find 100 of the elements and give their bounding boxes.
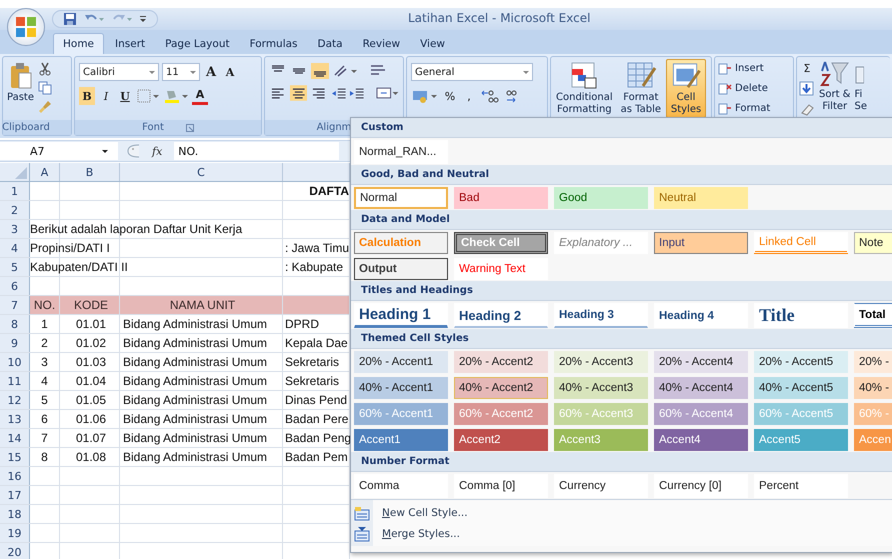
ribbon-tab[interactable]: Home [53,33,104,54]
gallery-command[interactable]: Merge Styles... [351,524,892,543]
cell-style-option[interactable]: Heading 2 [454,303,548,328]
column-header[interactable]: A [40,166,48,178]
cell-style-option[interactable]: Bad [454,187,548,209]
row-header[interactable]: 7 [0,296,30,314]
row-header[interactable]: 5 [0,258,30,276]
cell-style-option[interactable]: Accent4 [654,429,748,451]
row-header[interactable]: 1 [0,182,30,200]
row-header[interactable]: 3 [0,220,30,238]
cell-style-option[interactable]: Title [754,303,848,328]
cell-style-option[interactable]: Heading 1 [354,303,448,328]
cell-style-option[interactable]: 20% - Accent3 [554,351,648,373]
font-name-dropdown[interactable]: Calibri [79,63,159,81]
borders-icon[interactable] [136,88,160,104]
cell-style-option[interactable]: 40% - [854,377,892,399]
cell-style-option[interactable]: Heading 4 [654,303,748,328]
underline-button[interactable]: U [117,87,133,105]
insert-function-button[interactable]: fx [146,144,168,158]
styles-button[interactable]: Format as Table [618,59,664,118]
fill-color-icon[interactable] [163,88,189,104]
cell-style-option[interactable]: 40% - Accent5 [754,377,848,399]
cell-style-option[interactable]: Warning Text [454,258,548,280]
row-header[interactable]: 10 [0,353,30,371]
fill-down-icon[interactable] [799,81,815,97]
customize-caret-icon[interactable] [139,14,147,24]
copy-icon[interactable] [38,81,52,95]
ribbon-tab[interactable]: Page Layout [156,33,239,54]
ribbon-tab[interactable]: Review [354,33,410,54]
name-box[interactable]: A7 [0,142,118,160]
row-header[interactable]: 14 [0,429,30,447]
styles-button[interactable]: Cell Styles [666,59,706,118]
number-format-dropdown[interactable]: General [411,63,533,81]
cell-style-option[interactable]: Heading 3 [554,303,648,328]
cut-icon[interactable] [38,62,52,76]
column-header[interactable]: C [197,166,205,178]
row-header[interactable]: 17 [0,486,30,504]
cell-style-option[interactable]: Good [554,187,648,209]
shrink-font-button[interactable]: A [222,63,238,81]
cell-style-option[interactable]: 40% - Accent2 [454,377,548,399]
cell-style-option[interactable]: Comma [354,474,448,498]
cell-style-option[interactable]: Total [854,303,892,328]
align-center-icon[interactable] [290,85,308,101]
cell-style-option[interactable]: Note [854,232,892,254]
cells-button[interactable]: Delete [718,80,790,97]
styles-button[interactable]: Conditional Formatting [553,59,616,118]
cell-style-option[interactable]: 40% - Accent4 [654,377,748,399]
row-header[interactable]: 11 [0,372,30,390]
ribbon-tab[interactable]: View [411,33,454,54]
cell-style-option[interactable]: 20% - Accent5 [754,351,848,373]
row-header[interactable]: 18 [0,505,30,523]
row-header[interactable]: 13 [0,410,30,428]
cell-style-option[interactable]: Neutral [654,187,748,209]
cell-style-option[interactable]: 20% - Accent2 [454,351,548,373]
cell-style-option[interactable]: 40% - Accent1 [354,377,448,399]
align-bottom-icon[interactable] [311,63,329,79]
cell-style-option[interactable]: Percent [754,474,848,498]
cell-style-option[interactable]: 20% - Accent1 [354,351,448,373]
row-header[interactable]: 19 [0,524,30,542]
office-button[interactable] [7,8,45,46]
cell-style-option[interactable]: Explanatory ... [554,232,648,254]
ribbon-tab[interactable]: Formulas [240,33,307,54]
ribbon-tab[interactable]: Insert [106,33,154,54]
column-header[interactable]: B [86,166,94,178]
save-icon[interactable] [63,12,77,26]
cell-style-option[interactable]: 20% - Accent4 [654,351,748,373]
cell-style-option[interactable]: Accent1 [354,429,448,451]
italic-button[interactable]: I [98,87,114,105]
comma-button[interactable]: , [461,87,477,105]
row-header[interactable]: 4 [0,239,30,257]
row-header[interactable]: 6 [0,277,30,295]
merge-cells-icon[interactable] [376,85,400,101]
sort-filter-button[interactable]: Sort & Filter [817,59,852,118]
row-header[interactable]: 9 [0,334,30,352]
font-color-button[interactable]: A [192,88,208,104]
cell-style-option[interactable]: Normal [354,187,448,209]
find-select-button[interactable]: Fi Se [854,59,867,118]
cell-style-option[interactable]: Currency [554,474,648,498]
cell-style-option[interactable]: Accent2 [454,429,548,451]
formula-input[interactable]: NO. [174,142,340,160]
cell-style-option[interactable]: Normal_RAN... [354,140,448,164]
cell-style-option[interactable]: Input [654,232,748,254]
cell-style-option[interactable]: Output [354,258,448,280]
row-header[interactable]: 20 [0,543,30,559]
font-size-dropdown[interactable]: 11 [162,63,200,81]
gallery-command[interactable]: New Cell Style... [351,503,892,522]
orientation-icon[interactable] [332,63,358,79]
cell-style-option[interactable]: 20% - [854,351,892,373]
ribbon-tab[interactable]: Data [308,33,352,54]
cells-button[interactable]: Format [718,100,790,117]
row-header[interactable]: 15 [0,448,30,466]
percent-button[interactable]: % [442,87,458,105]
row-header[interactable]: 8 [0,315,30,333]
paste-button[interactable]: Paste [7,60,34,117]
increase-decimal-icon[interactable] [480,88,500,104]
row-header[interactable]: 2 [0,201,30,219]
cell-style-option[interactable]: 40% - Accent3 [554,377,648,399]
grow-font-button[interactable]: A [203,63,219,81]
cells-button[interactable]: Insert [718,60,790,77]
row-header[interactable]: 16 [0,467,30,485]
